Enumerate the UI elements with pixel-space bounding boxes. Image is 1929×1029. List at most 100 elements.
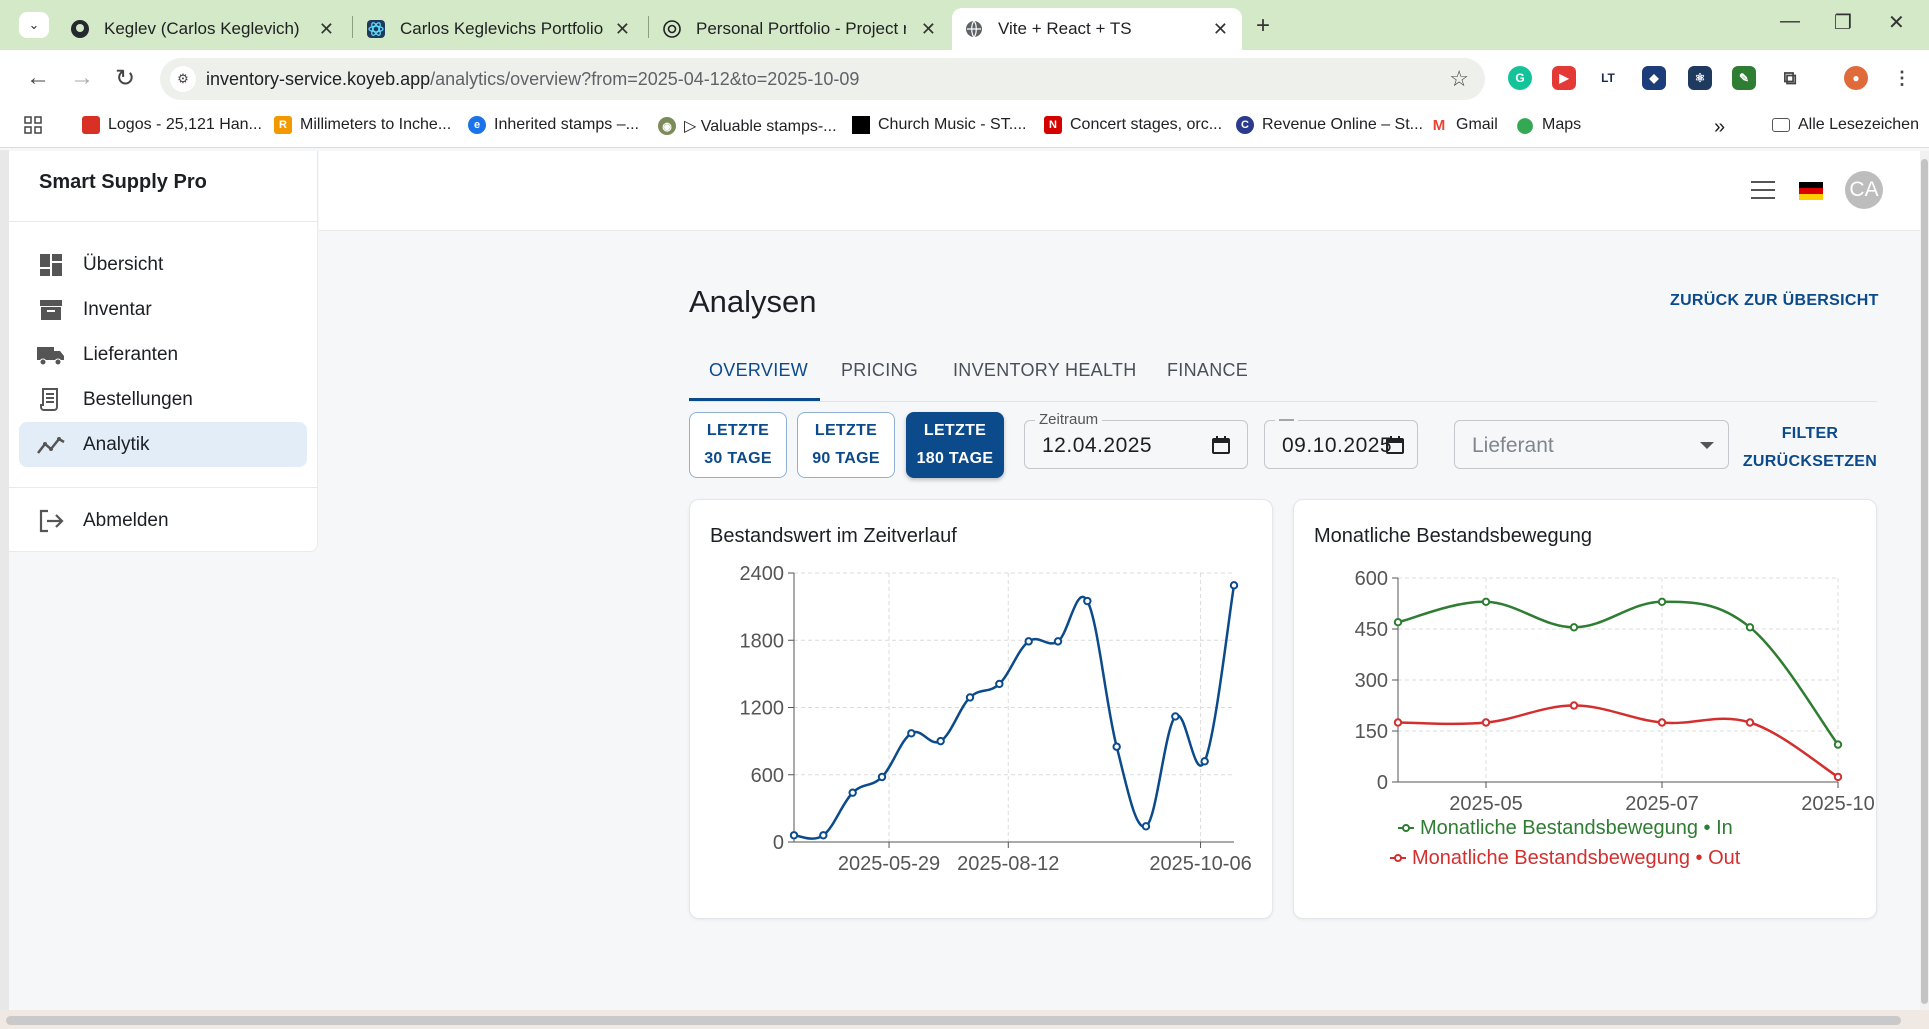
data-point <box>1024 637 1033 646</box>
sidebar-item-label: Übersicht <box>83 253 164 275</box>
profile-avatar-icon[interactable]: ● <box>1844 66 1868 90</box>
stock-value-chart-card: Bestandswert im Zeitverlauf 0 600 1200 1800… <box>689 499 1273 919</box>
reload-button[interactable]: ↻ <box>115 64 135 93</box>
truck-icon <box>37 341 65 369</box>
tab-separator <box>352 16 353 38</box>
bookmark-item[interactable]: e Inherited stamps –... <box>468 116 639 134</box>
close-icon[interactable]: ✕ <box>615 19 630 40</box>
reset-filters-button[interactable]: FILTER ZURÜCKSETZEN <box>1738 420 1882 476</box>
chevron-down-icon: ⌄ <box>28 17 40 32</box>
close-icon[interactable]: ✕ <box>921 19 936 40</box>
x-tick-label: 2025-05 <box>1449 793 1522 815</box>
scroll-thumb[interactable] <box>1921 159 1928 1004</box>
bookmark-item[interactable]: Logos - 25,121 Han... <box>82 116 262 134</box>
forward-button[interactable]: → <box>70 64 94 92</box>
site-info-icon[interactable]: ⚙ <box>170 66 196 92</box>
back-button[interactable]: ← <box>26 64 50 92</box>
bookmark-item[interactable]: N Concert stages, orc... <box>1044 116 1222 134</box>
bookmark-favicon <box>82 116 100 134</box>
vertical-scrollbar[interactable] <box>1920 151 1929 1010</box>
bookmark-item[interactable]: ⬤ Maps <box>1516 116 1581 134</box>
bookmark-label: ▷ Valuable stamps-... <box>684 118 837 135</box>
sidebar-item-uebersicht[interactable]: Übersicht <box>19 242 307 287</box>
tab-separator <box>648 16 649 38</box>
data-point <box>907 729 916 738</box>
date-to-field[interactable]: — 09.10.2025 <box>1264 411 1418 469</box>
app-header: CA <box>319 151 1920 231</box>
data-point <box>1171 712 1180 721</box>
calendar-icon[interactable] <box>1211 435 1231 455</box>
restore-button[interactable]: ❐ <box>1834 10 1852 35</box>
supplier-select[interactable]: Lieferant <box>1454 420 1729 469</box>
range-30-days-button[interactable]: LETZTE 30 TAGE <box>689 412 787 478</box>
all-bookmarks-folder[interactable]: Alle Lesezeichen <box>1772 116 1919 134</box>
react-devtools-icon[interactable]: ⚛ <box>1688 66 1712 90</box>
data-point <box>1141 822 1151 831</box>
sidebar-item-analytik[interactable]: Analytik <box>19 422 307 467</box>
date-to-value[interactable]: 09.10.2025 <box>1282 434 1392 458</box>
tab-inventory-health[interactable]: INVENTORY HEALTH <box>953 360 1137 381</box>
monthly-movement-chart[interactable]: 01503004506002025-05 2025-07 2025-10Monatl… <box>1294 500 1878 920</box>
apps-grid-icon[interactable] <box>24 116 42 134</box>
bookmark-item[interactable]: M Gmail <box>1430 116 1498 134</box>
tab-overview[interactable]: OVERVIEW <box>709 360 808 381</box>
sidebar-item-bestellungen[interactable]: Bestellungen <box>19 377 307 422</box>
minimize-button[interactable]: — <box>1780 10 1800 33</box>
range-90-days-button[interactable]: LETZTE 90 TAGE <box>797 412 895 478</box>
date-from-label: Zeitraum <box>1035 411 1103 428</box>
browser-tab[interactable]: Keglev (Carlos Keglevich) ✕ <box>58 8 348 50</box>
german-flag-icon[interactable] <box>1799 182 1823 200</box>
stock-value-chart[interactable]: 0 600 1200 1800 2400 2025-05-29 2025-08-12 2025… <box>690 500 1274 920</box>
folder-icon <box>1772 118 1790 132</box>
data-point <box>1481 597 1491 607</box>
sidebar-item-inventar[interactable]: Inventar <box>19 287 307 332</box>
bookmark-item[interactable]: R Millimeters to Inche... <box>274 116 451 134</box>
menu-icon[interactable] <box>1751 181 1775 203</box>
video-extension-icon[interactable]: ▶ <box>1552 66 1576 90</box>
x-tick-label: 2025-07 <box>1625 793 1698 815</box>
bookmark-item[interactable]: C Revenue Online – St... <box>1236 116 1423 134</box>
legend-label: Monatliche Bestandsbewegung • In <box>1420 817 1733 839</box>
more-bookmarks-button[interactable]: » <box>1714 116 1725 139</box>
sidebar-item-label: Bestellungen <box>83 388 193 410</box>
close-icon[interactable]: ✕ <box>319 19 334 40</box>
browser-tab[interactable]: Carlos Keglevichs Portfolio ✕ <box>354 8 644 50</box>
date-from-field[interactable]: Zeitraum 12.04.2025 <box>1024 411 1248 469</box>
close-icon[interactable]: ✕ <box>1213 19 1228 40</box>
address-bar[interactable]: ⚙ inventory-service.koyeb.app/analytics/… <box>160 58 1485 100</box>
tab-pricing[interactable]: PRICING <box>841 360 918 381</box>
calendar-icon[interactable] <box>1385 435 1405 455</box>
pen-extension-icon[interactable]: ✎ <box>1732 66 1756 90</box>
date-from-value[interactable]: 12.04.2025 <box>1042 434 1152 458</box>
logout-label: Abmelden <box>83 509 169 531</box>
logout-button[interactable]: Abmelden <box>19 498 307 543</box>
grammarly-extension-icon[interactable]: G <box>1508 66 1532 90</box>
range-180-days-button[interactable]: LETZTE 180 TAGE <box>906 412 1004 478</box>
back-to-overview-link[interactable]: ZURÜCK ZUR ÜBERSICHT <box>1670 292 1879 310</box>
horizontal-scrollbar[interactable] <box>0 1010 1929 1029</box>
shield-extension-icon[interactable]: ◆ <box>1642 66 1666 90</box>
window-edge <box>0 150 9 1029</box>
close-window-button[interactable]: ✕ <box>1888 10 1905 35</box>
x-tick-label: 2025-10 <box>1801 793 1874 815</box>
bookmark-star-icon[interactable]: ☆ <box>1449 66 1469 92</box>
scroll-thumb[interactable] <box>6 1016 1901 1025</box>
languagetool-extension-icon[interactable]: LT <box>1596 66 1620 90</box>
sidebar-item-lieferanten[interactable]: Lieferanten <box>19 332 307 377</box>
bookmark-item[interactable]: Church Music - ST.... <box>852 116 1026 134</box>
more-menu-icon[interactable]: ⋮ <box>1890 66 1914 90</box>
avatar[interactable]: CA <box>1845 171 1883 209</box>
legend-marker <box>1394 854 1402 862</box>
plus-icon: + <box>1256 12 1271 39</box>
browser-tab[interactable]: Personal Portfolio - Project revie ✕ <box>650 8 950 50</box>
browser-tab-active[interactable]: Vite + React + TS ✕ <box>952 8 1242 50</box>
y-tick-label: 0 <box>773 832 784 854</box>
tab-finance[interactable]: FINANCE <box>1167 360 1248 381</box>
y-tick-label: 1200 <box>740 698 785 720</box>
url-text[interactable]: inventory-service.koyeb.app/analytics/ov… <box>206 69 859 90</box>
new-tab-button[interactable]: + <box>1256 12 1270 40</box>
extensions-puzzle-icon[interactable]: ⧉ <box>1778 66 1802 90</box>
url-path: /analytics/overview?from=2025-04-12&to=2… <box>430 69 860 89</box>
tab-search-button[interactable]: ⌄ <box>19 12 49 38</box>
bookmark-item[interactable]: ◉ ▷ Valuable stamps-... <box>658 116 837 136</box>
